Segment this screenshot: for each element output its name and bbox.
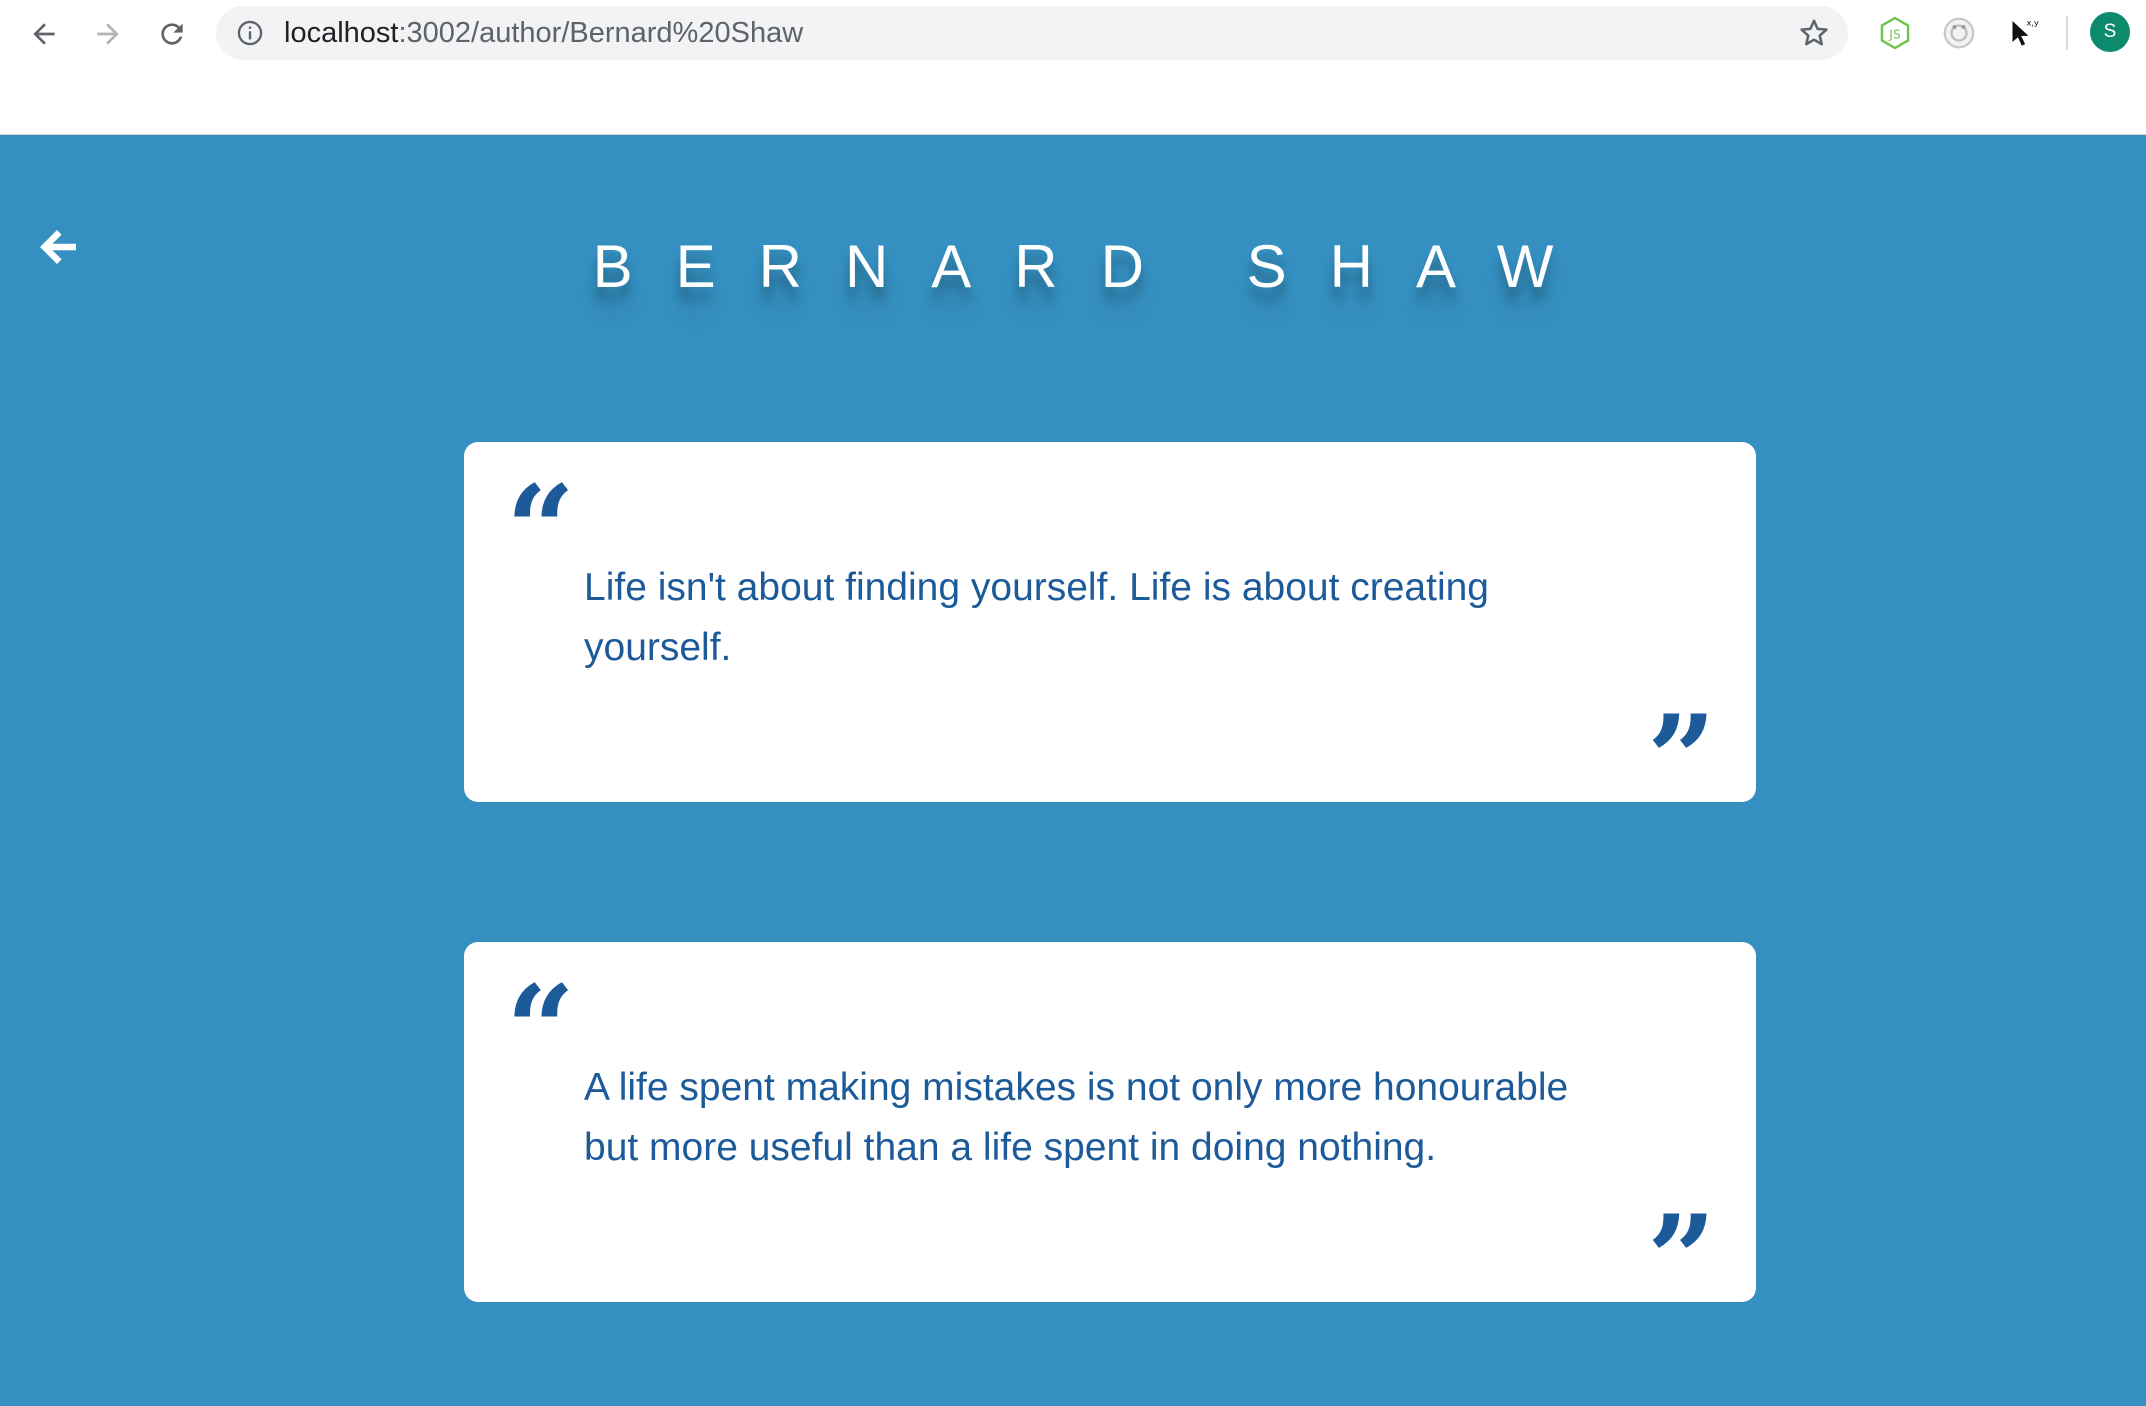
author-name: BERNARD SHAW <box>592 233 1597 300</box>
back-button[interactable] <box>22 12 66 56</box>
open-quote-icon: “ <box>506 459 576 600</box>
extension-2[interactable] <box>1940 14 1978 52</box>
cursor-xy-label: x,y <box>2027 18 2040 28</box>
address-bar[interactable]: localhost:3002/author/Bernard%20Shaw <box>216 6 1848 60</box>
cursor-xy-icon: x,y <box>2012 18 2040 46</box>
forward-button[interactable] <box>86 12 130 56</box>
url-host: localhost <box>284 17 399 49</box>
reload-icon <box>161 23 183 45</box>
info-icon[interactable] <box>236 19 264 47</box>
url-path: :3002/author/Bernard%20Shaw <box>398 17 804 49</box>
url-text[interactable]: localhost:3002/author/Bernard%20Shaw <box>284 18 803 48</box>
quote-text: A life spent making mistakes is not only… <box>584 1066 1569 1169</box>
nodejs-icon: JS <box>1880 16 1910 50</box>
close-quote-icon: ” <box>1646 689 1716 830</box>
extension-nodejs[interactable]: JS <box>1876 14 1914 52</box>
profile-avatar[interactable]: S <box>2090 12 2130 52</box>
reload-button[interactable] <box>150 12 194 56</box>
star-icon[interactable] <box>1798 17 1830 49</box>
quote-card: “ Life isn't about finding yourself. Lif… <box>464 442 1756 820</box>
open-quote-icon: “ <box>506 959 576 1100</box>
extension-icon <box>1943 17 1975 49</box>
quote-text: Life isn't about finding yourself. Life … <box>584 566 1489 669</box>
close-quote-icon: ” <box>1646 1189 1716 1330</box>
arrow-left-icon <box>33 23 55 45</box>
svg-text:JS: JS <box>1888 27 1900 41</box>
toolbar-divider <box>2066 16 2068 50</box>
extension-cursor[interactable]: x,y <box>2004 14 2042 52</box>
quote-card: “ A life spent making mistakes is not on… <box>464 942 1756 1320</box>
browser-toolbar: localhost:3002/author/Bernard%20Shaw JS … <box>0 0 2146 135</box>
arrow-right-icon <box>97 23 119 45</box>
page-body: BERNARD SHAW “ Life isn't about finding … <box>0 135 2146 1406</box>
